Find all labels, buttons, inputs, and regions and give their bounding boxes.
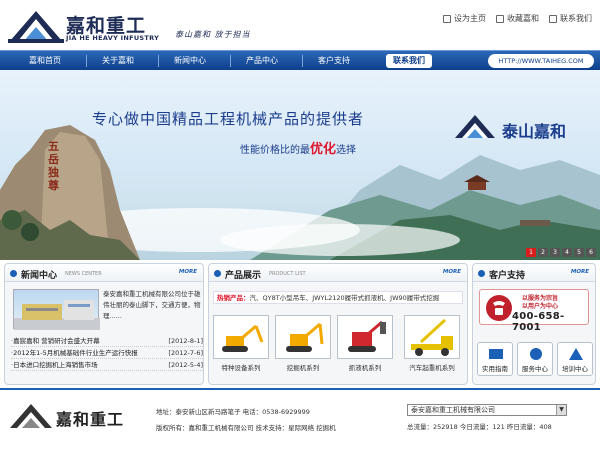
- training-icon: [569, 348, 583, 360]
- pager-dot[interactable]: 1: [526, 248, 536, 257]
- home-icon: [443, 14, 451, 23]
- training-center-button[interactable]: 培训中心: [557, 342, 593, 376]
- footer-copyright: 版权所有：嘉和重工机械有限公司 技术支持：星际网络 挖掘机: [156, 424, 336, 432]
- header-slogan: 泰山嘉和 放于担当: [175, 30, 251, 39]
- products-panel: 产品展示 PRODUCT LIST MORE 热销产品：汽、QY8T小型吊车、J…: [208, 263, 468, 385]
- pager-dot[interactable]: 2: [538, 248, 548, 257]
- crane-truck-icon: [411, 318, 453, 356]
- news-title: 新闻中心: [21, 271, 58, 281]
- product-image: [213, 315, 269, 359]
- news-thumbnail[interactable]: [13, 289, 100, 330]
- pager-dot[interactable]: 3: [550, 248, 560, 257]
- news-subtitle: NEWS CENTER: [65, 271, 102, 277]
- news-more-link[interactable]: MORE: [179, 269, 197, 275]
- news-panel-header: 新闻中心 NEWS CENTER MORE: [5, 264, 203, 282]
- main-nav: 嘉和首页 关于嘉和 新闻中心 产品中心 客户支持 联系我们 HTTP://WWW…: [0, 50, 600, 70]
- bookmark-icon: [496, 14, 504, 23]
- list-item[interactable]: 日本进口挖掘机上海销售市场[2012-5-4]: [11, 359, 203, 371]
- nav-contact-active[interactable]: 联系我们: [386, 54, 432, 68]
- product-caption: 汽车起重机系列: [409, 364, 455, 372]
- banner-highlight: 优化: [310, 142, 337, 157]
- banner-subline: 性能价格比的最优化选择: [240, 142, 357, 157]
- nav-news[interactable]: 新闻中心: [155, 51, 225, 71]
- guide-icon: [489, 349, 503, 359]
- hot-products-ticker[interactable]: 热销产品：汽、QY8T小型吊车、JWYL2120履带式抓液机、JW90履带式挖掘: [213, 291, 463, 304]
- support-title: 客户支持: [489, 271, 526, 281]
- list-item[interactable]: 嘉宸嘉和 营销研讨会盛大开幕[2012-8-1]: [11, 335, 203, 347]
- products-title: 产品展示: [225, 271, 262, 281]
- news-panel: 新闻中心 NEWS CENTER MORE 泰安嘉和重工机械有限公司位于雄伟壮丽…: [4, 263, 204, 385]
- products-more-link[interactable]: MORE: [443, 269, 461, 275]
- service-center-button[interactable]: 服务中心: [517, 342, 553, 376]
- news-intro: 泰安嘉和重工机械有限公司位于雄伟壮丽的泰山脚下，交通方便，物理......: [103, 290, 201, 320]
- content-panels: 新闻中心 NEWS CENTER MORE 泰安嘉和重工机械有限公司位于雄伟壮丽…: [0, 263, 600, 385]
- grab-machine-icon: [348, 320, 386, 352]
- product-item[interactable]: 挖掘机系列: [273, 315, 333, 377]
- logo-english-name: JIA HE HEAVY INFUSTRY: [66, 34, 160, 42]
- banner-landscape-image: [0, 115, 600, 260]
- nav-support[interactable]: 客户支持: [299, 51, 369, 71]
- visit-stats: 总流量：252918 今日流量：121 昨日流量：408: [407, 423, 552, 431]
- banner-headline: 专心做中国精品工程机械产品的提供者: [92, 110, 365, 128]
- nav-about[interactable]: 关于嘉和: [83, 51, 153, 71]
- product-image: [275, 315, 331, 359]
- top-links: 设为主页 收藏嘉和 联系我们: [443, 13, 592, 24]
- product-image: [404, 315, 460, 359]
- friend-links-select[interactable]: 泰安嘉和重工机械有限公司 ▼: [407, 404, 567, 416]
- product-item[interactable]: 汽车起重机系列: [397, 315, 467, 377]
- banner-pager: 1 2 3 4 5 6: [526, 248, 596, 257]
- product-image: [337, 315, 393, 359]
- rock-inscription: 五岳独尊: [48, 140, 59, 192]
- nav-home[interactable]: 嘉和首页: [10, 51, 80, 71]
- nav-products[interactable]: 产品中心: [227, 51, 297, 71]
- bullet-icon: [10, 270, 17, 277]
- support-panel-header: 客户支持 MORE: [473, 264, 595, 282]
- chevron-down-icon: ▼: [556, 405, 566, 415]
- pager-dot[interactable]: 6: [586, 248, 596, 257]
- bookmark-link[interactable]: 收藏嘉和: [496, 13, 539, 24]
- contact-link[interactable]: 联系我们: [549, 13, 592, 24]
- phone-icon: [486, 295, 512, 321]
- pager-dot[interactable]: 5: [574, 248, 584, 257]
- news-list: 嘉宸嘉和 营销研讨会盛大开幕[2012-8-1] 2012年1-5月机械基础件行…: [11, 335, 203, 371]
- service-icon: [530, 348, 542, 360]
- set-homepage-link[interactable]: 设为主页: [443, 13, 486, 24]
- hotline-number: 400-658-7001: [512, 311, 565, 333]
- product-caption: 挖掘机系列: [286, 364, 320, 372]
- banner-brand-name: 泰山嘉和: [502, 122, 567, 141]
- guide-button[interactable]: 实用指南: [477, 342, 513, 376]
- product-caption: 特种设备系列: [221, 364, 261, 372]
- excavator-icon: [222, 324, 264, 352]
- footer-logo-icon: [10, 404, 52, 428]
- excavator-icon: [286, 322, 324, 352]
- site-url-badge: HTTP://WWW.TAIHEG.COM: [488, 54, 594, 68]
- service-tagline-2: 以用户为中心: [522, 303, 559, 310]
- product-item[interactable]: 抓液机系列: [335, 315, 395, 377]
- support-more-link[interactable]: MORE: [571, 269, 589, 275]
- footer-logo-name: 嘉和重工: [56, 410, 125, 429]
- logo-mountain-icon: [8, 11, 64, 43]
- products-subtitle: PRODUCT LIST: [269, 271, 306, 277]
- mail-icon: [549, 14, 557, 23]
- factory-image: [14, 300, 100, 330]
- footer-address: 地址：泰安新山区新马路笔子 电话：0538-6929999: [156, 408, 310, 416]
- pager-dot[interactable]: 4: [562, 248, 572, 257]
- hotline-box[interactable]: 以服务为宗旨 以用户为中心 400-658-7001: [479, 289, 589, 333]
- site-logo[interactable]: 嘉和重工 JIA HE HEAVY INFUSTRY: [8, 9, 188, 43]
- product-caption: 抓液机系列: [348, 364, 382, 372]
- bullet-icon: [214, 270, 221, 277]
- hero-banner: 专心做中国精品工程机械产品的提供者 性能价格比的最优化选择 泰山嘉和 五岳独尊 …: [0, 70, 600, 260]
- product-item[interactable]: 特种设备系列: [211, 315, 271, 377]
- site-header: 嘉和重工 JIA HE HEAVY INFUSTRY 泰山嘉和 放于担当 设为主…: [0, 0, 600, 50]
- support-panel: 客户支持 MORE 以服务为宗旨 以用户为中心 400-658-7001 实用指…: [472, 263, 596, 385]
- site-footer: 嘉和重工 地址：泰安新山区新马路笔子 电话：0538-6929999 版权所有：…: [0, 388, 600, 450]
- list-item[interactable]: 2012年1-5月机械基础件行业生产运行快报[2012-7-6]: [11, 347, 203, 359]
- bullet-icon: [478, 270, 485, 277]
- products-panel-header: 产品展示 PRODUCT LIST MORE: [209, 264, 467, 282]
